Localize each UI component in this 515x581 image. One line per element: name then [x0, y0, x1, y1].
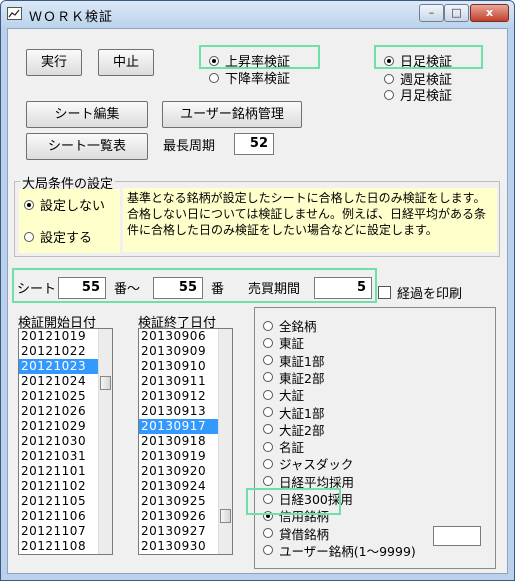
- market-condition-note: 基準となる銘柄が設定したシートに合格した日のみ検証をします。合格しない日について…: [123, 188, 497, 252]
- radio-monthly[interactable]: 月足検証: [384, 85, 452, 104]
- market-filter-option-label: 名証: [279, 440, 305, 456]
- market-filter-option[interactable]: 名証: [263, 437, 304, 456]
- run-button[interactable]: 実行: [26, 49, 82, 76]
- market-filter-option[interactable]: 大証2部: [263, 420, 324, 439]
- radio-dot-icon: [263, 476, 273, 487]
- radio-dot-icon: [24, 231, 34, 242]
- radio-dot-icon: [263, 528, 273, 539]
- radio-dot-icon: [209, 55, 219, 66]
- market-filter-option[interactable]: 貸借銘柄: [263, 524, 329, 543]
- radio-dot-icon: [384, 73, 394, 84]
- radio-daily[interactable]: 日足検証: [384, 51, 452, 70]
- end-list-scroll-thumb[interactable]: [220, 509, 231, 523]
- radio-daily-label: 日足検証: [400, 55, 453, 70]
- radio-market-on-label: 設定する: [40, 231, 93, 246]
- radio-down-label: 下降率検証: [225, 72, 291, 87]
- radio-dot-icon: [384, 89, 394, 100]
- market-filter-option[interactable]: ジャスダック: [263, 454, 353, 473]
- chart-app-icon: [7, 7, 22, 20]
- market-filter-option-label: 東証1部: [279, 353, 325, 369]
- radio-dot-icon: [263, 441, 273, 452]
- market-filter-option-label: 東証: [279, 336, 305, 352]
- sheet-sep-label: 番～: [114, 282, 141, 297]
- start-list-scrollbar[interactable]: [98, 329, 112, 554]
- minimize-button[interactable]: –: [419, 4, 444, 22]
- user-stock-number-field[interactable]: [433, 526, 481, 546]
- trade-period-label: 売買期間: [248, 282, 301, 297]
- user-stock-manage-button[interactable]: ユーザー銘柄管理: [162, 101, 302, 128]
- stop-button[interactable]: 中止: [98, 49, 154, 76]
- radio-dot-icon: [384, 55, 394, 66]
- sheet-to-field[interactable]: 55: [153, 277, 203, 299]
- radio-dot-icon: [263, 389, 273, 400]
- sheet-edit-button[interactable]: シート編集: [26, 101, 148, 128]
- sheet-suffix-label: 番: [211, 282, 225, 297]
- main-form: 実行 中止 上昇率検証 下降率検証 日足検証 週足検証 月足検証 シート編集 ユ…: [7, 28, 508, 574]
- radio-dot-icon: [24, 199, 34, 210]
- market-filter-option[interactable]: 東証1部: [263, 351, 324, 370]
- print-progress-checkbox[interactable]: 経過を印刷: [378, 283, 462, 302]
- sheet-label: シート: [17, 282, 57, 297]
- radio-dot-icon: [263, 355, 273, 366]
- market-filter-option-label: 大証1部: [279, 405, 325, 421]
- radio-market-on[interactable]: 設定する: [24, 227, 92, 246]
- market-filter-option[interactable]: 大証: [263, 385, 304, 404]
- market-filter-option[interactable]: 東証: [263, 333, 304, 352]
- app-window: ＷＯＲＫ検証 – □ x 実行 中止 上昇率検証 下降率検証 日足検証 週足検証: [0, 0, 515, 581]
- sheet-list-button[interactable]: シート一覧表: [26, 133, 148, 160]
- max-cycle-label: 最長周期: [163, 139, 216, 154]
- end-list-scrollbar[interactable]: [218, 329, 232, 554]
- radio-market-off[interactable]: 設定しない: [24, 195, 105, 214]
- market-filter-panel: 全銘柄 東証 東証1部 東証2部 大証 大証1部 大証2部 名証 ジャスダック 日経平均採用 日経3…: [254, 307, 496, 569]
- sheet-from-field[interactable]: 55: [58, 277, 106, 299]
- close-button[interactable]: x: [470, 4, 509, 22]
- radio-dot-icon: [209, 72, 219, 83]
- market-filter-option-label: 大証2部: [279, 422, 325, 438]
- radio-dot-icon: [263, 458, 273, 469]
- radio-dot-icon: [263, 424, 273, 435]
- maximize-button[interactable]: □: [444, 4, 469, 22]
- market-filter-option-label: ユーザー銘柄(1～9999): [279, 543, 416, 559]
- market-filter-option[interactable]: ユーザー銘柄(1～9999): [263, 541, 416, 560]
- start-date-list[interactable]: 20121019 20121022 20121023 20121024 20121025…: [18, 328, 113, 555]
- credit-stock-highlight: [246, 488, 341, 515]
- market-filter-option[interactable]: 大証1部: [263, 403, 324, 422]
- radio-dot-icon: [263, 407, 273, 417]
- market-filter-option[interactable]: 東証2部: [263, 368, 324, 387]
- market-filter-option-label: ジャスダック: [279, 457, 354, 473]
- checkbox-box-icon: [378, 286, 391, 299]
- radio-dot-icon: [263, 372, 273, 383]
- market-filter-option-label: 全銘柄: [279, 319, 317, 334]
- radio-dot-icon: [263, 545, 273, 556]
- print-progress-label: 経過を印刷: [397, 287, 463, 302]
- start-list-scroll-thumb[interactable]: [100, 376, 111, 390]
- title-bar: ＷＯＲＫ検証 – □ x: [1, 1, 514, 27]
- market-filter-option-label: 大証: [279, 388, 305, 404]
- radio-dot-icon: [263, 337, 273, 348]
- market-filter-option-label: 東証2部: [279, 370, 325, 386]
- market-filter-option-label: 貸借銘柄: [279, 526, 330, 542]
- radio-dot-icon: [263, 320, 273, 331]
- radio-monthly-label: 月足検証: [400, 89, 453, 104]
- radio-down-rate[interactable]: 下降率検証: [209, 68, 290, 87]
- end-date-list[interactable]: 20130906 20130909 20130910 20130911 20130912…: [138, 328, 233, 555]
- trade-period-field[interactable]: 5: [314, 277, 372, 299]
- max-cycle-field[interactable]: 52: [234, 133, 274, 155]
- window-title: ＷＯＲＫ検証: [29, 10, 114, 25]
- radio-market-off-label: 設定しない: [40, 199, 106, 214]
- market-filter-option[interactable]: 全銘柄: [263, 316, 317, 335]
